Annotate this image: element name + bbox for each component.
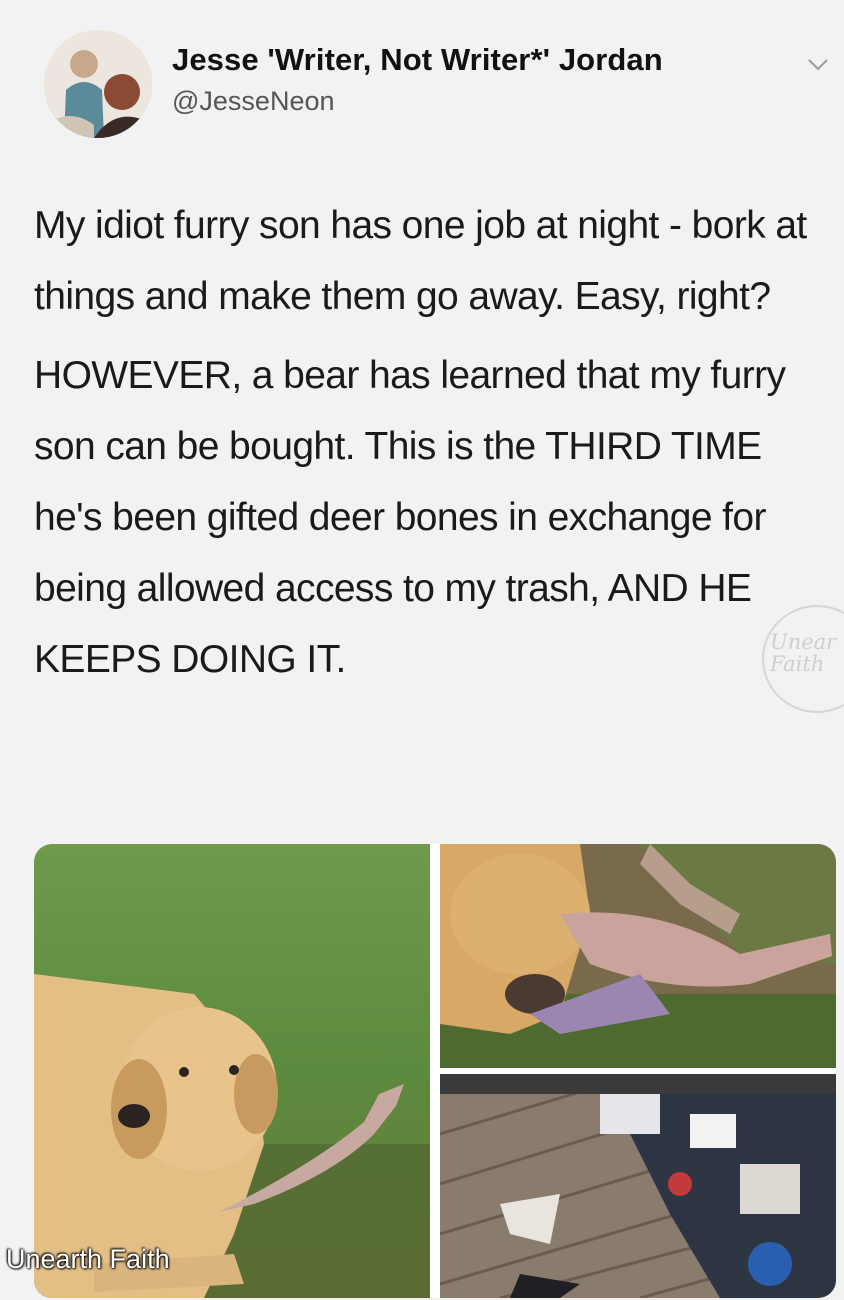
author-avatar[interactable] (44, 30, 152, 138)
avatar-photo (44, 30, 152, 138)
tweet: Jesse 'Writer, Not Writer*' Jordan @Jess… (0, 0, 844, 1300)
photo-scattered-trash[interactable] (440, 1074, 836, 1298)
author-handle[interactable]: @JesseNeon (172, 86, 335, 117)
chevron-down-icon[interactable] (806, 56, 830, 74)
tweet-text: My idiot furry son has one job at night … (34, 190, 824, 695)
tweet-paragraph: HOWEVER, a bear has learned that my furr… (34, 354, 786, 681)
bottom-watermark: Unearth Faith (6, 1244, 170, 1274)
media-grid (34, 844, 836, 1298)
author-display-name[interactable]: Jesse 'Writer, Not Writer*' Jordan (172, 42, 663, 78)
tweet-paragraph: My idiot furry son has one job at night … (34, 204, 807, 318)
photo-dog-chewing-bone[interactable] (440, 844, 836, 1068)
photo-dog-with-bone[interactable] (34, 844, 430, 1298)
